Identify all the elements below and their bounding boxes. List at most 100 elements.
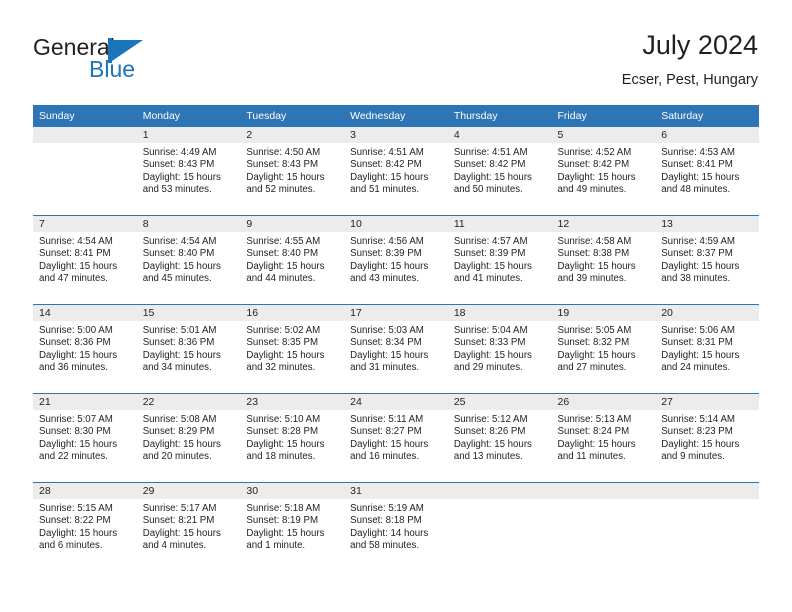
sunset-time: Sunset: 8:32 PM bbox=[557, 337, 630, 349]
calendar-day-cell[interactable]: 2 Sunrise: 4:50 AM Sunset: 8:43 PM Daylight… bbox=[240, 127, 345, 216]
sunrise-time: Sunrise: 4:55 AM bbox=[246, 236, 321, 247]
sunrise-time: Sunrise: 5:08 AM bbox=[142, 414, 217, 425]
calendar-day-cell[interactable]: 25 Sunrise: 5:12 AM Sunset: 8:26 PM Dayligh… bbox=[447, 393, 552, 483]
day-sun-info: Sunrise: 5:13 AM Sunset: 8:24 PM Daylight:… bbox=[552, 410, 656, 464]
sunrise-time: Sunrise: 5:07 AM bbox=[39, 414, 113, 425]
calendar-day-cell[interactable]: 15 Sunrise: 5:01 AM Sunset: 8:36 PM Dayligh… bbox=[136, 304, 241, 394]
day-cell-inner bbox=[447, 483, 552, 571]
daylight-duration-line1: Daylight: 15 hours bbox=[661, 438, 740, 450]
day-cell-inner: 15 Sunrise: 5:01 AM Sunset: 8:36 PM Dayligh… bbox=[136, 305, 241, 393]
sunrise-time: Sunrise: 5:10 AM bbox=[246, 414, 321, 425]
sunrise-time: Sunrise: 5:19 AM bbox=[350, 503, 424, 514]
calendar-day-cell[interactable]: 20 Sunrise: 5:06 AM Sunset: 8:31 PM Dayligh… bbox=[655, 304, 759, 394]
daylight-duration-line2: and 52 minutes. bbox=[246, 184, 316, 196]
daylight-duration-line1: Daylight: 15 hours bbox=[246, 260, 325, 272]
calendar-day-cell[interactable]: 18 Sunrise: 5:04 AM Sunset: 8:33 PM Dayligh… bbox=[447, 304, 552, 394]
day-number: 21 bbox=[33, 394, 137, 410]
calendar-day-cell[interactable]: 4 Sunrise: 4:51 AM Sunset: 8:42 PM Daylight… bbox=[447, 127, 552, 216]
sunset-time: Sunset: 8:38 PM bbox=[557, 248, 630, 260]
day-cell-inner: 6 Sunrise: 4:53 AM Sunset: 8:41 PM Daylight… bbox=[655, 127, 759, 215]
calendar-day-cell[interactable]: 28 Sunrise: 5:15 AM Sunset: 8:22 PM Dayligh… bbox=[33, 482, 137, 571]
daylight-duration-line1: Daylight: 15 hours bbox=[350, 438, 429, 450]
calendar-day-cell[interactable]: 31 Sunrise: 5:19 AM Sunset: 8:18 PM Dayligh… bbox=[344, 482, 448, 571]
sunrise-time: Sunrise: 4:59 AM bbox=[661, 236, 735, 247]
sunrise-time: Sunrise: 5:05 AM bbox=[557, 325, 632, 336]
sunset-time: Sunset: 8:27 PM bbox=[350, 426, 422, 438]
day-number: 6 bbox=[655, 127, 759, 143]
calendar-day-cell[interactable]: 21 Sunrise: 5:07 AM Sunset: 8:30 PM Dayligh… bbox=[33, 393, 137, 483]
sunrise-time: Sunrise: 5:18 AM bbox=[246, 503, 321, 514]
calendar-day-cell[interactable]: 14 Sunrise: 5:00 AM Sunset: 8:36 PM Dayligh… bbox=[33, 304, 137, 394]
daylight-duration-line1: Daylight: 15 hours bbox=[39, 349, 118, 361]
day-sun-info: Sunrise: 4:53 AM Sunset: 8:41 PM Daylight:… bbox=[655, 143, 759, 197]
sunset-time: Sunset: 8:40 PM bbox=[246, 248, 319, 260]
day-sun-info: Sunrise: 5:01 AM Sunset: 8:36 PM Daylight:… bbox=[137, 321, 241, 375]
sunrise-time: Sunrise: 5:17 AM bbox=[142, 503, 217, 514]
day-cell-inner: 30 Sunrise: 5:18 AM Sunset: 8:19 PM Dayligh… bbox=[240, 483, 345, 571]
day-number: 24 bbox=[344, 394, 448, 410]
calendar-day-cell[interactable]: 3 Sunrise: 4:51 AM Sunset: 8:42 PM Daylight… bbox=[344, 127, 448, 216]
day-cell-inner: 24 Sunrise: 5:11 AM Sunset: 8:27 PM Dayligh… bbox=[344, 394, 448, 482]
day-sun-info: Sunrise: 5:11 AM Sunset: 8:27 PM Daylight:… bbox=[344, 410, 448, 464]
sunrise-time: Sunrise: 4:52 AM bbox=[557, 147, 632, 158]
day-number: 18 bbox=[447, 305, 552, 321]
calendar-day-cell[interactable]: 16 Sunrise: 5:02 AM Sunset: 8:35 PM Dayligh… bbox=[240, 304, 345, 394]
weekday-header-friday: Friday bbox=[551, 105, 656, 127]
sunrise-time: Sunrise: 5:11 AM bbox=[350, 414, 424, 425]
calendar-day-cell[interactable]: 26 Sunrise: 5:13 AM Sunset: 8:24 PM Dayligh… bbox=[551, 393, 656, 483]
calendar-day-cell[interactable]: 22 Sunrise: 5:08 AM Sunset: 8:29 PM Dayligh… bbox=[136, 393, 241, 483]
daylight-duration-line2: and 53 minutes. bbox=[142, 184, 212, 196]
day-sun-info: Sunrise: 5:10 AM Sunset: 8:28 PM Daylight:… bbox=[240, 410, 344, 464]
day-sun-info: Sunrise: 4:51 AM Sunset: 8:42 PM Daylight:… bbox=[344, 143, 448, 197]
calendar-day-cell[interactable]: 1 Sunrise: 4:49 AM Sunset: 8:43 PM Daylight… bbox=[136, 127, 241, 216]
calendar-day-cell[interactable]: 11 Sunrise: 4:57 AM Sunset: 8:39 PM Dayligh… bbox=[447, 215, 552, 305]
day-sun-info: Sunrise: 5:00 AM Sunset: 8:36 PM Daylight:… bbox=[33, 321, 137, 375]
calendar-day-cell[interactable]: 10 Sunrise: 4:56 AM Sunset: 8:39 PM Dayligh… bbox=[344, 215, 448, 305]
day-cell-inner: 18 Sunrise: 5:04 AM Sunset: 8:33 PM Dayligh… bbox=[447, 305, 552, 393]
sunrise-time: Sunrise: 4:51 AM bbox=[453, 147, 528, 158]
calendar-day-cell[interactable]: 30 Sunrise: 5:18 AM Sunset: 8:19 PM Dayligh… bbox=[240, 482, 345, 571]
daylight-duration-line2: and 50 minutes. bbox=[453, 184, 523, 196]
sunrise-time: Sunrise: 4:54 AM bbox=[142, 236, 217, 247]
calendar-day-cell[interactable]: 6 Sunrise: 4:53 AM Sunset: 8:41 PM Daylight… bbox=[655, 127, 759, 216]
day-number: 28 bbox=[33, 483, 137, 499]
daylight-duration-line1: Daylight: 15 hours bbox=[246, 438, 325, 450]
calendar-day-cell[interactable]: 12 Sunrise: 4:58 AM Sunset: 8:38 PM Dayligh… bbox=[551, 215, 656, 305]
day-sun-info: Sunrise: 4:52 AM Sunset: 8:42 PM Daylight:… bbox=[552, 143, 656, 197]
calendar-day-cell[interactable]: 9 Sunrise: 4:55 AM Sunset: 8:40 PM Daylight… bbox=[240, 215, 345, 305]
daylight-duration-line2: and 18 minutes. bbox=[246, 451, 316, 463]
day-number: 3 bbox=[344, 127, 448, 143]
calendar-day-cell[interactable]: 17 Sunrise: 5:03 AM Sunset: 8:34 PM Dayligh… bbox=[344, 304, 448, 394]
day-cell-inner: 31 Sunrise: 5:19 AM Sunset: 8:18 PM Dayligh… bbox=[344, 483, 448, 571]
calendar-day-cell[interactable]: 7 Sunrise: 4:54 AM Sunset: 8:41 PM Daylight… bbox=[33, 215, 137, 305]
sunset-time: Sunset: 8:39 PM bbox=[350, 248, 422, 260]
day-cell-inner: 20 Sunrise: 5:06 AM Sunset: 8:31 PM Dayligh… bbox=[655, 305, 759, 393]
day-number bbox=[447, 483, 552, 499]
sunset-time: Sunset: 8:42 PM bbox=[350, 159, 422, 171]
sunset-time: Sunset: 8:33 PM bbox=[453, 337, 526, 349]
day-number: 31 bbox=[344, 483, 448, 499]
weekday-header-tuesday: Tuesday bbox=[240, 105, 345, 127]
sunrise-time: Sunrise: 4:56 AM bbox=[350, 236, 424, 247]
sunset-time: Sunset: 8:21 PM bbox=[142, 515, 215, 527]
sunset-time: Sunset: 8:36 PM bbox=[39, 337, 111, 349]
calendar-day-cell[interactable]: 23 Sunrise: 5:10 AM Sunset: 8:28 PM Dayligh… bbox=[240, 393, 345, 483]
day-cell-inner: 26 Sunrise: 5:13 AM Sunset: 8:24 PM Dayligh… bbox=[551, 394, 656, 482]
calendar-day-cell[interactable]: 19 Sunrise: 5:05 AM Sunset: 8:32 PM Dayligh… bbox=[551, 304, 656, 394]
calendar-day-cell[interactable]: 24 Sunrise: 5:11 AM Sunset: 8:27 PM Dayligh… bbox=[344, 393, 448, 483]
calendar-day-cell[interactable]: 29 Sunrise: 5:17 AM Sunset: 8:21 PM Dayligh… bbox=[136, 482, 241, 571]
sunrise-time: Sunrise: 4:54 AM bbox=[39, 236, 113, 247]
calendar-day-cell[interactable]: 5 Sunrise: 4:52 AM Sunset: 8:42 PM Daylight… bbox=[551, 127, 656, 216]
daylight-duration-line2: and 49 minutes. bbox=[557, 184, 627, 196]
day-sun-info: Sunrise: 4:58 AM Sunset: 8:38 PM Daylight:… bbox=[552, 232, 656, 286]
daylight-duration-line1: Daylight: 15 hours bbox=[39, 438, 118, 450]
calendar-day-cell[interactable]: 8 Sunrise: 4:54 AM Sunset: 8:40 PM Daylight… bbox=[136, 215, 241, 305]
daylight-duration-line2: and 38 minutes. bbox=[661, 273, 731, 285]
sunset-time: Sunset: 8:42 PM bbox=[453, 159, 526, 171]
day-number: 11 bbox=[447, 216, 552, 232]
sunset-time: Sunset: 8:35 PM bbox=[246, 337, 319, 349]
calendar-day-cell[interactable]: 27 Sunrise: 5:14 AM Sunset: 8:23 PM Dayligh… bbox=[655, 393, 759, 483]
calendar-page: General Blue July 2024 Ecser, Pest, Hung… bbox=[0, 0, 792, 612]
weekday-header-monday: Monday bbox=[136, 105, 241, 127]
calendar-day-cell[interactable]: 13 Sunrise: 4:59 AM Sunset: 8:37 PM Dayligh… bbox=[655, 215, 759, 305]
